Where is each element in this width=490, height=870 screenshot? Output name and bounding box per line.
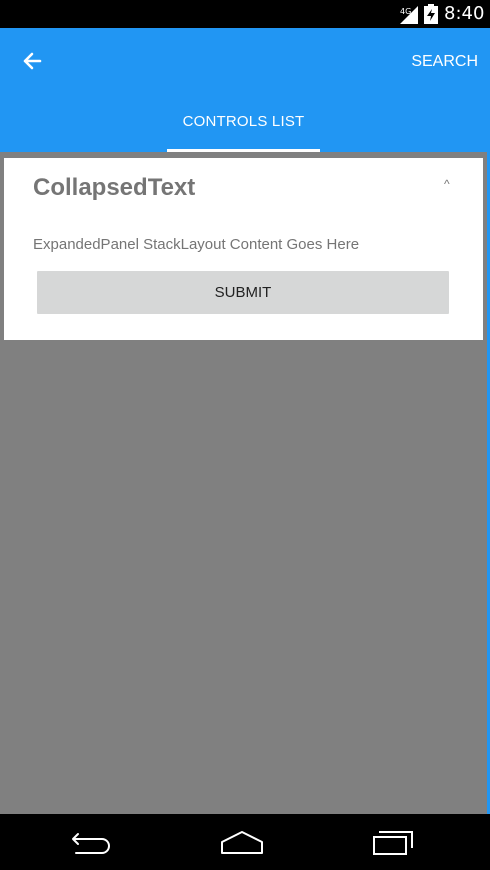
tab-controls-list[interactable]: CONTROLS LIST xyxy=(167,106,320,152)
nav-recents-icon xyxy=(373,831,413,855)
navigation-bar xyxy=(0,814,490,870)
panel-content-text: ExpandedPanel StackLayout Content Goes H… xyxy=(33,236,360,253)
expandable-panel: CollapsedText ^ ExpandedPanel StackLayou… xyxy=(4,158,483,340)
nav-recents-button[interactable] xyxy=(363,824,423,860)
nav-home-icon xyxy=(221,831,263,854)
signal-icon: 4G xyxy=(400,6,418,24)
submit-button[interactable]: SUBMIT xyxy=(37,271,449,314)
panel-header[interactable]: CollapsedText ^ xyxy=(4,158,483,218)
tab-label: CONTROLS LIST xyxy=(182,113,305,130)
back-button[interactable] xyxy=(14,44,50,80)
nav-back-button[interactable] xyxy=(62,824,122,860)
nav-back-icon xyxy=(72,833,110,854)
collapse-arrow-icon[interactable]: ^ xyxy=(444,176,450,192)
arrow-back-icon xyxy=(23,52,42,70)
network-type: 4G xyxy=(400,7,411,16)
battery-icon xyxy=(424,4,438,24)
app-bar: SEARCH CONTROLS LIST xyxy=(0,28,490,152)
tab-indicator xyxy=(167,149,320,152)
status-bar: 4G 8:40 xyxy=(0,0,490,28)
nav-home-button[interactable] xyxy=(212,824,272,860)
panel-title: CollapsedText xyxy=(33,174,196,201)
search-button[interactable]: SEARCH xyxy=(411,50,478,74)
status-time: 8:40 xyxy=(444,3,485,24)
